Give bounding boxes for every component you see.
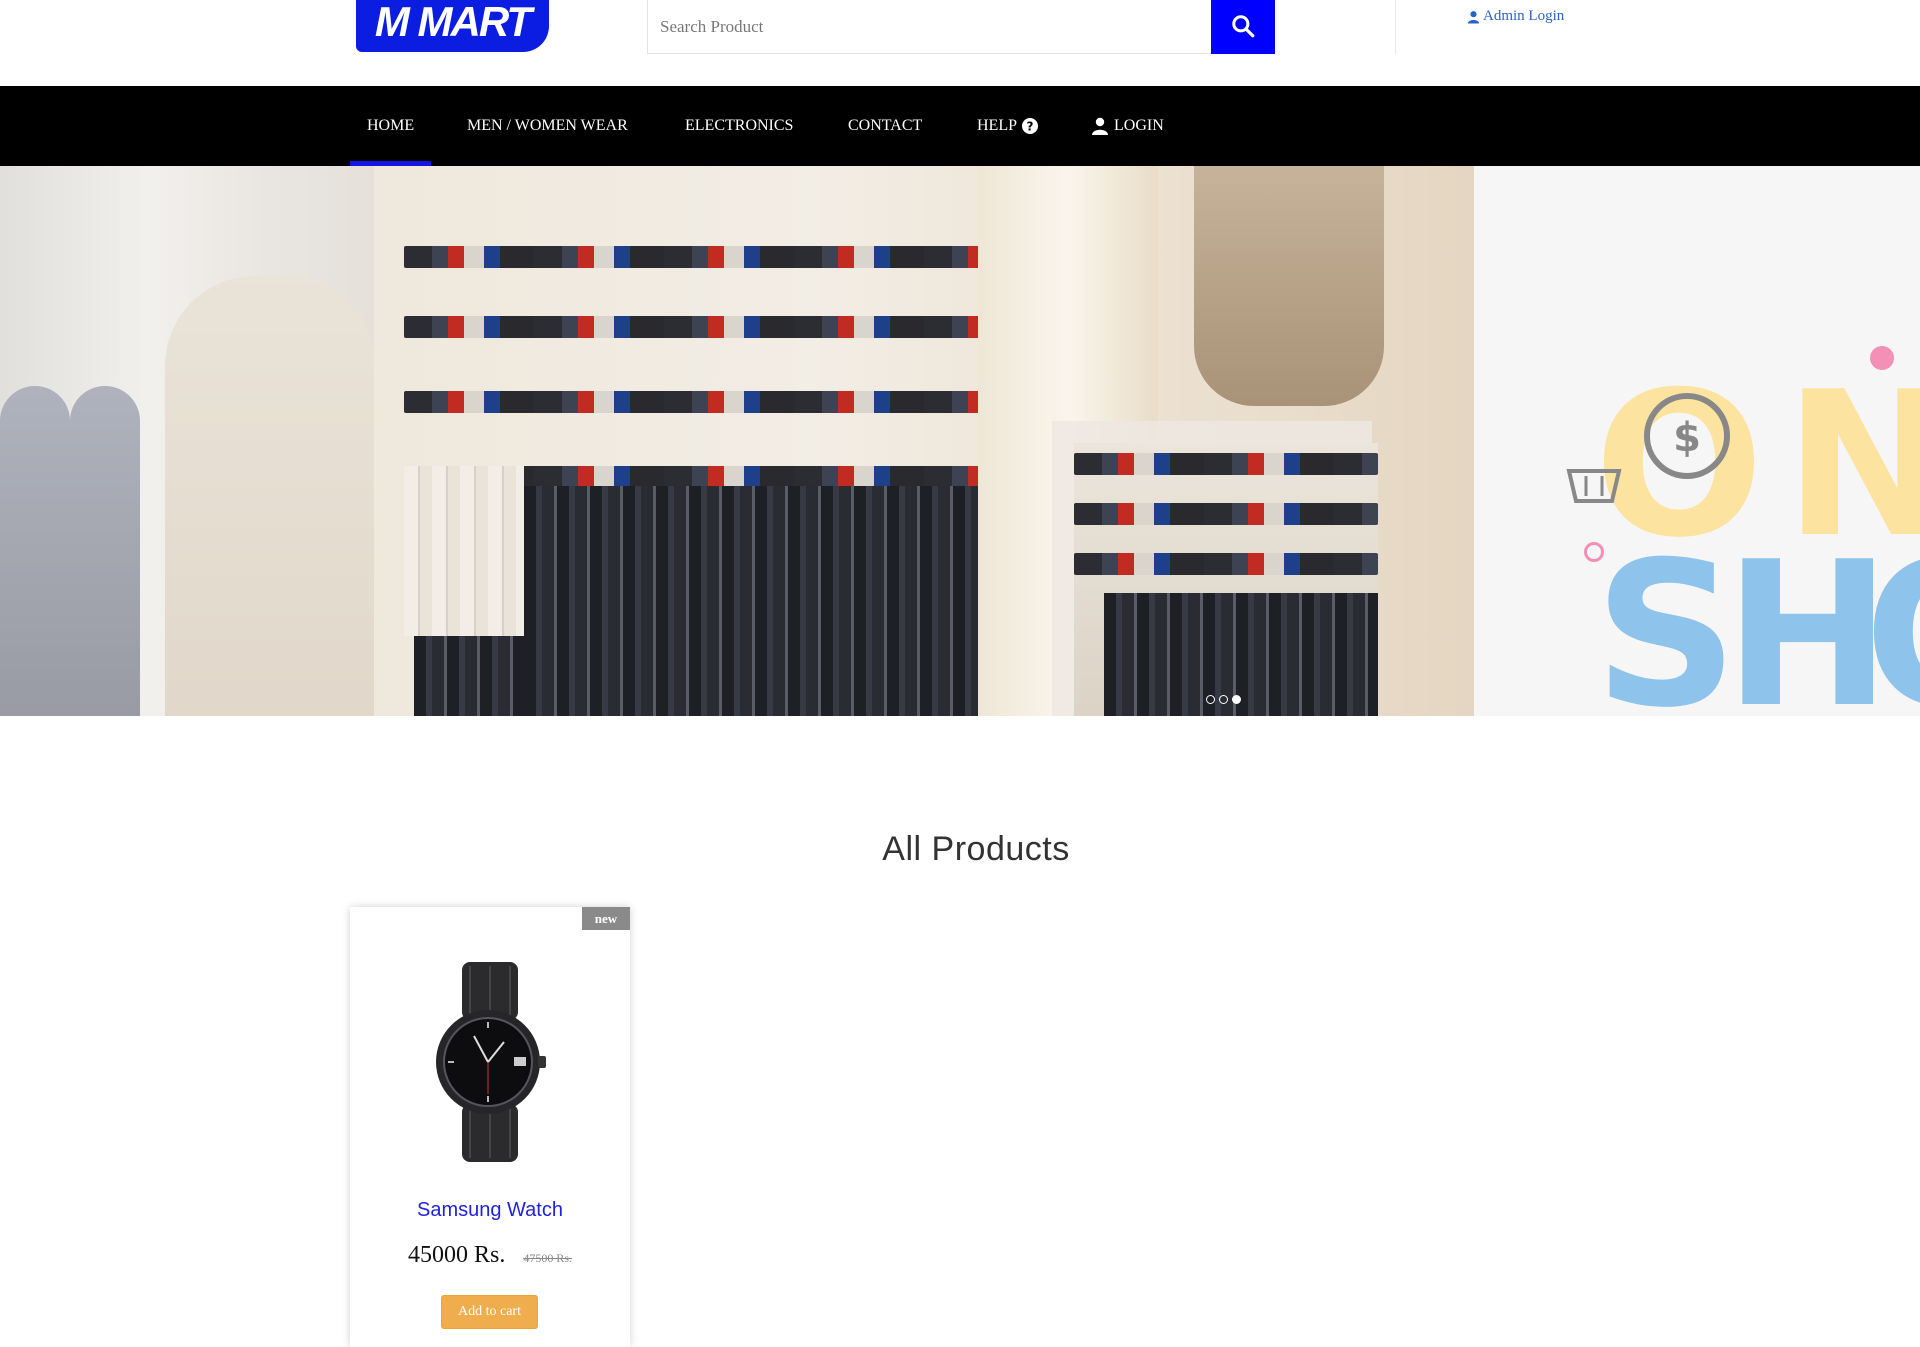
search-input[interactable]	[648, 0, 1210, 53]
user-icon	[1092, 117, 1108, 135]
slider-dots	[1206, 695, 1241, 704]
slider-dot[interactable]	[1219, 695, 1228, 704]
product-image[interactable]	[430, 962, 550, 1162]
section-title-all-products: All Products	[882, 830, 1070, 868]
slider-dot[interactable]	[1206, 695, 1215, 704]
admin-login-link[interactable]: Admin Login	[1467, 8, 1564, 25]
logo[interactable]: M MART	[356, 0, 549, 52]
search-button[interactable]	[1211, 0, 1275, 54]
user-icon	[1467, 10, 1480, 23]
nav-men-women-wear[interactable]: MEN / WOMEN WEAR	[467, 86, 628, 166]
nav-electronics-label: ELECTRONICS	[685, 117, 794, 134]
price-row: 45000 Rs. 47500 Rs.	[350, 1242, 630, 1269]
svg-text:?: ?	[1027, 120, 1034, 134]
nav-login[interactable]: LOGIN	[1091, 86, 1164, 166]
product-card[interactable]: new Samsung Watch 45000 Rs. 47500 Rs. Ad…	[350, 907, 630, 1347]
add-to-cart-button[interactable]: Add to cart	[441, 1295, 538, 1329]
nav-men-women-wear-label: MEN / WOMEN WEAR	[467, 117, 628, 134]
basket-icon	[1566, 469, 1622, 503]
slide-thumbnail-image	[1074, 443, 1378, 716]
slider-dot-active[interactable]	[1232, 695, 1241, 704]
product-price: 45000 Rs.	[407, 1242, 506, 1268]
product-name[interactable]: Samsung Watch	[350, 1199, 630, 1222]
nav-electronics[interactable]: ELECTRONICS	[685, 86, 793, 166]
hero-slider[interactable]: O N S H O $	[0, 166, 1920, 716]
svg-text:$: $	[1673, 415, 1701, 461]
nav-home[interactable]: HOME	[349, 86, 432, 166]
new-badge: new	[582, 907, 630, 930]
nav-login-label: LOGIN	[1114, 117, 1164, 134]
nav-contact[interactable]: CONTACT	[848, 86, 922, 166]
main-nav: HOME MEN / WOMEN WEAR ELECTRONICS CONTAC…	[0, 86, 1920, 166]
search-bar	[647, 0, 1275, 54]
search-icon	[1232, 14, 1255, 37]
slide-next-image: O N S H O $	[1474, 166, 1920, 716]
nav-help-label: HELP	[977, 117, 1017, 134]
slide-previous-image	[0, 166, 375, 716]
dollar-coin-icon: $	[1644, 393, 1730, 479]
nav-contact-label: CONTACT	[848, 117, 923, 134]
admin-login-label: Admin Login	[1483, 8, 1565, 24]
header-divider	[1395, 0, 1396, 54]
nav-help[interactable]: HELP ?	[977, 86, 1038, 166]
nav-home-label: HOME	[367, 117, 415, 134]
product-old-price: 47500 Rs.	[523, 1251, 573, 1265]
question-circle-icon: ?	[1022, 118, 1038, 134]
